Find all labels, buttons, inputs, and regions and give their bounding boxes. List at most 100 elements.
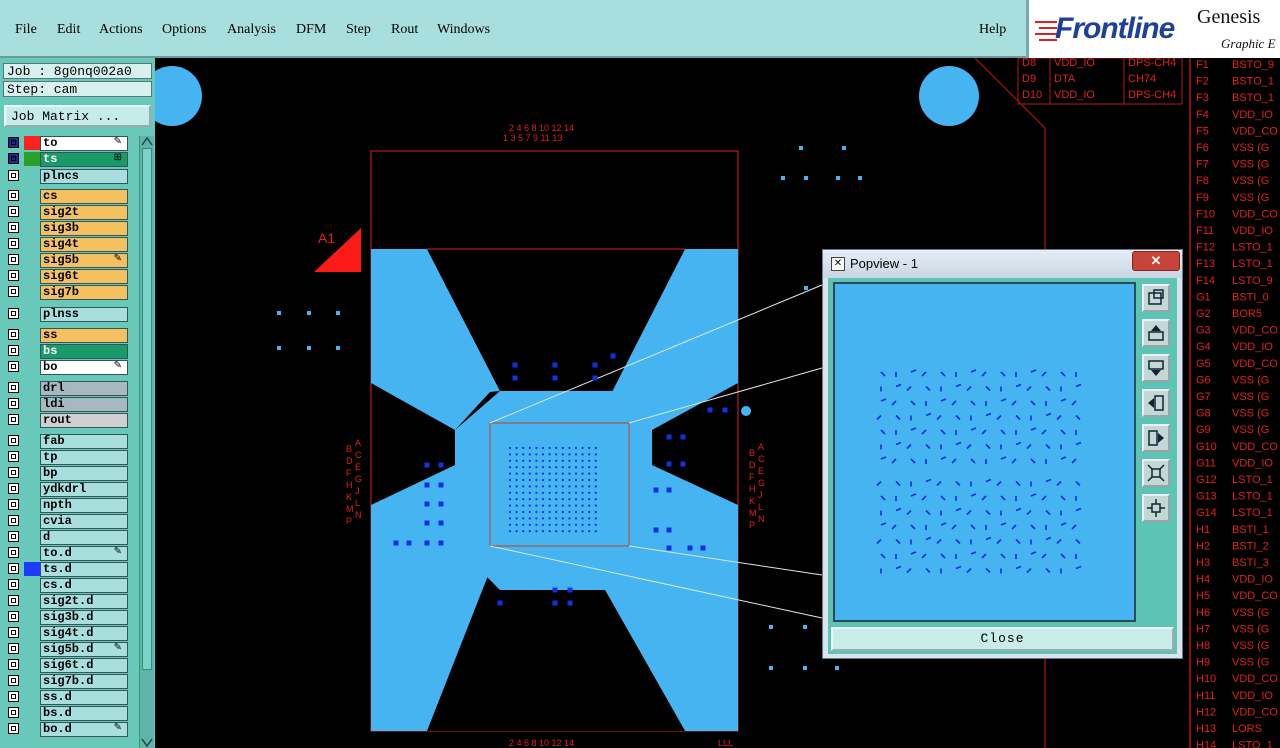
layer-color-swatch[interactable] <box>24 434 40 448</box>
layer-name[interactable]: sig3b.d <box>40 610 128 625</box>
scroll-down-icon[interactable] <box>141 738 153 748</box>
layer-checkbox[interactable] <box>8 286 19 297</box>
layer-checkbox[interactable] <box>8 382 19 393</box>
layer-color-swatch[interactable] <box>24 642 40 656</box>
layer-color-swatch[interactable] <box>24 674 40 688</box>
layer-name[interactable]: ss <box>40 328 128 343</box>
popview-close-button[interactable]: Close <box>831 627 1174 651</box>
layer-checkbox[interactable] <box>8 414 19 425</box>
layer-row-tp[interactable]: tp <box>4 450 128 465</box>
layer-color-swatch[interactable] <box>24 690 40 704</box>
job-matrix-button[interactable]: Job Matrix ... <box>4 105 151 127</box>
layer-name[interactable]: tp <box>40 450 128 465</box>
layer-row-d[interactable]: d <box>4 530 128 545</box>
layer-checkbox[interactable] <box>8 345 19 356</box>
layer-name[interactable]: rout <box>40 413 128 428</box>
layer-row-plnss[interactable]: plnss <box>4 307 128 322</box>
layer-color-swatch[interactable] <box>24 307 40 321</box>
layer-color-swatch[interactable] <box>24 546 40 560</box>
layer-name[interactable]: plnss <box>40 307 128 322</box>
layer-checkbox[interactable] <box>8 675 19 686</box>
zoom-out-button[interactable] <box>1142 459 1170 487</box>
layer-checkbox[interactable] <box>8 499 19 510</box>
pan-up-button[interactable] <box>1142 319 1170 347</box>
layer-checkbox[interactable] <box>8 254 19 265</box>
scroll-up-icon[interactable] <box>141 136 153 146</box>
layer-row-ss[interactable]: ss <box>4 328 128 343</box>
layer-color-swatch[interactable] <box>24 189 40 203</box>
layer-color-swatch[interactable] <box>24 482 40 496</box>
zoom-fit-button[interactable] <box>1142 284 1170 312</box>
layer-row-sig5b[interactable]: sig5b ✎ <box>4 253 128 268</box>
layer-name[interactable]: bs <box>40 344 128 359</box>
layer-checkbox[interactable] <box>8 137 19 148</box>
layer-checkbox[interactable] <box>8 547 19 558</box>
layer-color-swatch[interactable] <box>24 626 40 640</box>
layer-row-bp[interactable]: bp <box>4 466 128 481</box>
layer-checkbox[interactable] <box>8 723 19 734</box>
layer-row-sig3b-d[interactable]: sig3b.d <box>4 610 128 625</box>
layer-checkbox[interactable] <box>8 627 19 638</box>
menu-step[interactable]: Step <box>346 22 371 38</box>
layer-row-plncs[interactable]: plncs <box>4 169 128 184</box>
layer-checkbox[interactable] <box>8 643 19 654</box>
menu-dfm[interactable]: DFM <box>296 22 326 38</box>
menu-file[interactable]: File <box>15 22 37 38</box>
layer-color-swatch[interactable] <box>24 514 40 528</box>
layer-row-npth[interactable]: npth <box>4 498 128 513</box>
layer-row-sig6t-d[interactable]: sig6t.d <box>4 658 128 673</box>
layer-name[interactable]: sig7b <box>40 285 128 300</box>
layer-color-swatch[interactable] <box>24 594 40 608</box>
layer-row-sig2t-d[interactable]: sig2t.d <box>4 594 128 609</box>
layer-row-sig4t[interactable]: sig4t <box>4 237 128 252</box>
layer-name[interactable]: ydkdrl <box>40 482 128 497</box>
menu-edit[interactable]: Edit <box>57 22 80 38</box>
pan-down-button[interactable] <box>1142 354 1170 382</box>
layer-name[interactable]: ss.d <box>40 690 128 705</box>
layer-name[interactable]: sig4t <box>40 237 128 252</box>
layer-color-swatch[interactable] <box>24 610 40 624</box>
layer-row-bo-d[interactable]: bo.d ✎ <box>4 722 128 737</box>
layer-name[interactable]: ldi <box>40 397 128 412</box>
layer-checkbox[interactable] <box>8 483 19 494</box>
layer-color-swatch[interactable] <box>24 253 40 267</box>
layer-color-swatch[interactable] <box>24 562 40 576</box>
layer-row-ydkdrl[interactable]: ydkdrl <box>4 482 128 497</box>
layer-checkbox[interactable] <box>8 435 19 446</box>
layer-row-drl[interactable]: drl <box>4 381 128 396</box>
layer-color-swatch[interactable] <box>24 450 40 464</box>
layer-name[interactable]: sig4t.d <box>40 626 128 641</box>
menu-windows[interactable]: Windows <box>437 22 490 38</box>
layer-row-fab[interactable]: fab <box>4 434 128 449</box>
layer-checkbox[interactable] <box>8 222 19 233</box>
layer-color-swatch[interactable] <box>24 722 40 736</box>
layer-name[interactable]: cs.d <box>40 578 128 593</box>
layer-row-ts[interactable]: ts ⊞ <box>4 152 128 167</box>
layer-checkbox[interactable] <box>8 361 19 372</box>
zoom-in-button[interactable] <box>1142 494 1170 522</box>
layer-checkbox[interactable] <box>8 170 19 181</box>
layer-name[interactable]: ts.d <box>40 562 128 577</box>
layer-color-swatch[interactable] <box>24 658 40 672</box>
layer-checkbox[interactable] <box>8 329 19 340</box>
layer-row-sig5b-d[interactable]: sig5b.d ✎ <box>4 642 128 657</box>
layer-row-cs-d[interactable]: cs.d <box>4 578 128 593</box>
layer-row-ts-d[interactable]: ts.d <box>4 562 128 577</box>
layer-row-rout[interactable]: rout <box>4 413 128 428</box>
layer-row-to[interactable]: to ✎ <box>4 136 128 151</box>
close-icon[interactable]: ✕ <box>1132 251 1180 271</box>
layer-checkbox[interactable] <box>8 398 19 409</box>
layer-checkbox[interactable] <box>8 563 19 574</box>
layer-color-swatch[interactable] <box>24 237 40 251</box>
layer-checkbox[interactable] <box>8 579 19 590</box>
layer-name[interactable]: sig2t <box>40 205 128 220</box>
layer-name[interactable]: bp <box>40 466 128 481</box>
layer-color-swatch[interactable] <box>24 221 40 235</box>
layer-checkbox[interactable] <box>8 611 19 622</box>
layer-color-swatch[interactable] <box>24 152 40 166</box>
layer-checkbox[interactable] <box>8 270 19 281</box>
layer-name[interactable]: sig2t.d <box>40 594 128 609</box>
layer-row-sig4t-d[interactable]: sig4t.d <box>4 626 128 641</box>
layer-row-cvia[interactable]: cvia <box>4 514 128 529</box>
layer-color-swatch[interactable] <box>24 269 40 283</box>
